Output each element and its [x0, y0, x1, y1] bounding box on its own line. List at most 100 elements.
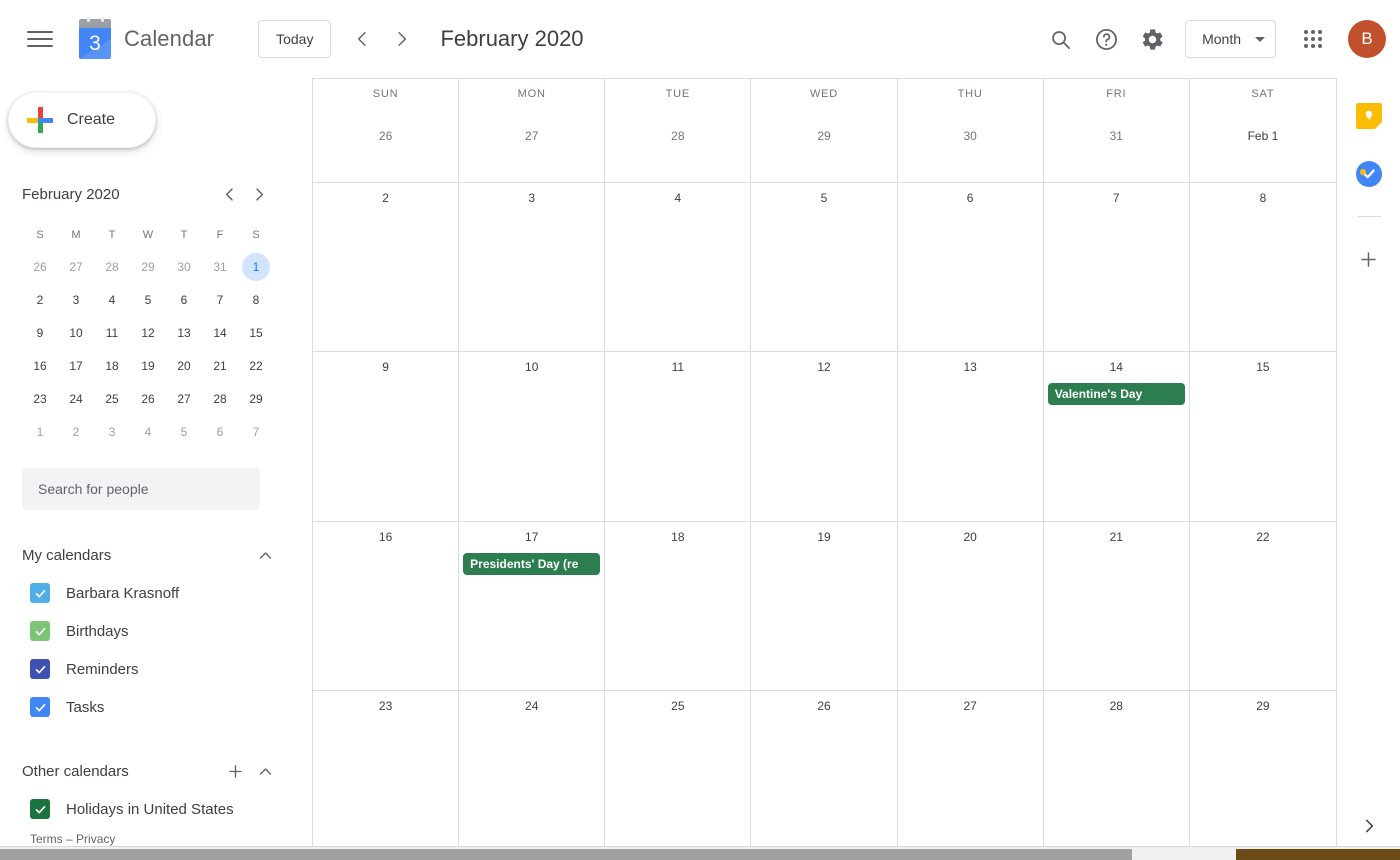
mini-calendar-day[interactable]: 31 [202, 250, 238, 283]
day-cell[interactable]: 22 [1189, 522, 1336, 691]
mini-calendar-day[interactable]: 29 [238, 382, 274, 415]
day-number[interactable]: 6 [898, 191, 1043, 209]
mini-calendar-day[interactable]: 15 [238, 316, 274, 349]
day-cell[interactable]: 27 [459, 121, 606, 183]
previous-period-button[interactable] [342, 19, 382, 59]
mini-calendar-day[interactable]: 29 [130, 250, 166, 283]
my-calendars-header[interactable]: My calendars [22, 536, 280, 574]
day-number[interactable]: 5 [751, 191, 896, 209]
mini-calendar-day[interactable]: 24 [58, 382, 94, 415]
mini-calendar-day[interactable]: 3 [94, 415, 130, 448]
day-cell[interactable]: 11 [605, 352, 752, 522]
day-number[interactable]: 26 [751, 699, 896, 717]
event-chip[interactable]: Presidents' Day (re [463, 552, 601, 575]
help-button[interactable] [1083, 16, 1129, 62]
mini-calendar-day[interactable]: 7 [238, 415, 274, 448]
day-number[interactable]: 28 [1044, 699, 1189, 717]
day-number[interactable]: 29 [1190, 699, 1336, 717]
day-number[interactable]: 3 [459, 191, 604, 209]
mini-calendar-day[interactable]: 5 [166, 415, 202, 448]
day-number[interactable]: 27 [898, 699, 1043, 717]
mini-calendar-day[interactable]: 8 [238, 283, 274, 316]
day-cell[interactable]: 27 [897, 690, 1044, 860]
mini-calendar-day[interactable]: 6 [202, 415, 238, 448]
calendar-checkbox[interactable] [30, 583, 50, 603]
mini-calendar-day[interactable]: 6 [166, 283, 202, 316]
chevron-up-icon[interactable] [250, 540, 280, 570]
mini-calendar-day[interactable]: 9 [22, 316, 58, 349]
day-number[interactable]: Feb 1 [1190, 129, 1336, 147]
day-cell[interactable]: 24 [459, 690, 606, 860]
mini-calendar-day[interactable]: 27 [166, 382, 202, 415]
event-chip[interactable]: Valentine's Day [1047, 383, 1185, 406]
day-number[interactable]: 25 [605, 699, 750, 717]
mini-calendar-day[interactable]: 7 [202, 283, 238, 316]
day-cell[interactable]: 9 [313, 352, 460, 522]
mini-calendar-day[interactable]: 3 [58, 283, 94, 316]
tasks-app-button[interactable] [1349, 154, 1389, 194]
view-select[interactable]: Month [1185, 20, 1276, 58]
mini-calendar-day[interactable]: 26 [22, 250, 58, 283]
day-cell[interactable]: 3 [459, 183, 606, 353]
day-cell[interactable]: 28 [605, 121, 752, 183]
keep-app-button[interactable] [1349, 96, 1389, 136]
calendar-checkbox[interactable] [30, 621, 50, 641]
mini-calendar-day[interactable]: 4 [130, 415, 166, 448]
day-number[interactable]: 8 [1190, 191, 1336, 209]
calendar-checkbox[interactable] [30, 799, 50, 819]
mini-calendar-day[interactable]: 1 [238, 250, 274, 283]
mini-calendar-day[interactable]: 16 [22, 349, 58, 382]
day-cell[interactable]: 26 [313, 121, 460, 183]
day-cell[interactable]: 16 [313, 521, 460, 691]
day-cell[interactable]: 19 [751, 521, 898, 691]
calendar-list-item[interactable]: Birthdays [30, 612, 312, 650]
day-cell[interactable]: 18 [605, 521, 752, 691]
search-people-input[interactable] [22, 468, 260, 510]
avatar[interactable]: B [1348, 20, 1386, 58]
day-number[interactable]: 10 [459, 360, 604, 378]
today-button[interactable]: Today [258, 20, 332, 58]
day-number[interactable]: 22 [1190, 530, 1336, 548]
scrollbar-thumb-secondary[interactable] [1236, 849, 1400, 860]
day-cell[interactable]: 2 [313, 183, 460, 353]
apps-grid-button[interactable] [1290, 16, 1336, 62]
mini-calendar-day[interactable]: 22 [238, 349, 274, 382]
mini-calendar-day[interactable]: 10 [58, 316, 94, 349]
add-other-calendar-button[interactable] [220, 756, 250, 786]
day-cell[interactable]: 20 [897, 521, 1044, 691]
day-cell[interactable]: 8 [1189, 183, 1336, 353]
create-button[interactable]: Create [8, 92, 156, 148]
day-number[interactable]: 11 [605, 360, 750, 378]
day-cell[interactable]: 15 [1189, 352, 1336, 522]
day-cell[interactable]: 31 [1043, 121, 1190, 183]
day-cell[interactable]: 26 [751, 690, 898, 860]
calendar-checkbox[interactable] [30, 697, 50, 717]
calendar-list-item[interactable]: Holidays in United States [30, 790, 312, 828]
mini-calendar-day[interactable]: 21 [202, 349, 238, 382]
day-number[interactable]: 7 [1044, 191, 1189, 209]
mini-calendar-day[interactable]: 19 [130, 349, 166, 382]
mini-calendar-day[interactable]: 20 [166, 349, 202, 382]
day-number[interactable]: 16 [313, 530, 458, 548]
day-number[interactable]: 31 [1044, 129, 1189, 147]
day-number[interactable]: 12 [751, 360, 896, 378]
mini-calendar-day[interactable]: 28 [94, 250, 130, 283]
chevron-up-icon[interactable] [250, 756, 280, 786]
mini-calendar-next-button[interactable] [244, 179, 274, 209]
day-number[interactable]: 20 [898, 530, 1043, 548]
calendar-list-item[interactable]: Barbara Krasnoff [30, 574, 312, 612]
day-cell[interactable]: 17 Presidents' Day (re [459, 521, 606, 691]
mini-calendar-day[interactable]: 1 [22, 415, 58, 448]
day-number[interactable]: 27 [459, 129, 604, 147]
day-cell[interactable]: 10 [459, 352, 606, 522]
day-cell[interactable]: 12 [751, 352, 898, 522]
day-cell[interactable]: 23 [313, 690, 460, 860]
mini-calendar-day[interactable]: 30 [166, 250, 202, 283]
day-cell[interactable]: Feb 1 [1189, 121, 1336, 183]
day-number[interactable]: 21 [1044, 530, 1189, 548]
day-number[interactable]: 15 [1190, 360, 1336, 378]
mini-calendar-day[interactable]: 4 [94, 283, 130, 316]
mini-calendar-day[interactable]: 14 [202, 316, 238, 349]
mini-calendar-prev-button[interactable] [214, 179, 244, 209]
terms-link[interactable]: Terms [30, 832, 63, 846]
